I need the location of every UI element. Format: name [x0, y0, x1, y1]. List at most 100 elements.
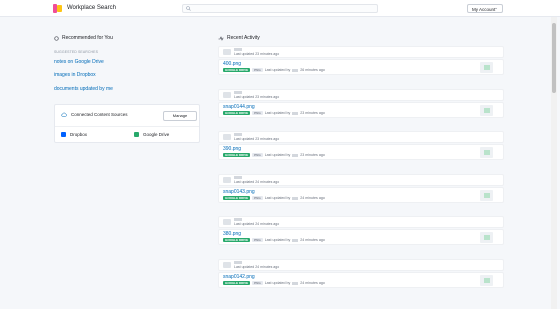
workplace-search-logo[interactable] — [53, 4, 62, 13]
source-badge: GOOGLE DRIVE — [223, 111, 251, 115]
document-title-link[interactable]: snap0142.png — [223, 274, 255, 280]
source-badge: GOOGLE DRIVE — [223, 238, 251, 242]
activity-item: Last updated 24 minutes ago 380.png GOOG… — [218, 216, 504, 245]
document-meta: GOOGLE DRIVE PNG Last updated by 24 minu… — [223, 281, 325, 285]
suggested-searches-label: SUGGESTED SEARCHES — [54, 50, 99, 54]
file-type-badge: PNG — [252, 196, 263, 200]
document-thumbnail[interactable] — [480, 147, 493, 158]
document-thumbnail[interactable] — [480, 232, 493, 243]
connected-sources-title: Connected Content Sources — [71, 112, 128, 117]
avatar — [223, 177, 231, 183]
avatar — [223, 134, 231, 140]
activity-head: Last updated 23 minutes ago — [218, 131, 504, 143]
file-type-badge: PNG — [252, 238, 263, 242]
activity-time: Last updated 24 minutes ago — [234, 265, 280, 269]
user-name-redacted — [234, 133, 242, 136]
user-name-redacted — [234, 91, 242, 94]
recommended-heading: Recommended for You — [54, 35, 113, 41]
updated-by-label: Last updated by — [264, 153, 291, 157]
source-badge: GOOGLE DRIVE — [223, 68, 251, 72]
activity-time: Last updated 24 minutes ago — [234, 180, 280, 184]
recommended-heading-text: Recommended for You — [62, 35, 113, 41]
source-item-google-drive[interactable]: Google Drive — [134, 132, 169, 137]
app-title[interactable]: Workplace Search — [67, 5, 116, 11]
document-thumbnail[interactable] — [480, 275, 493, 286]
user-name-redacted — [234, 261, 242, 264]
activity-head: Last updated 24 minutes ago — [218, 174, 504, 186]
document-thumbnail[interactable] — [480, 62, 493, 73]
activity-head: Last updated 24 minutes ago — [218, 216, 504, 228]
user-avatar-redacted — [292, 238, 299, 242]
source-name: Google Drive — [143, 132, 170, 137]
my-account-button[interactable]: My Account ⌄ — [467, 4, 503, 13]
document-meta: GOOGLE DRIVE PNG Last updated by 26 minu… — [223, 68, 325, 72]
user-avatar-redacted — [292, 111, 299, 115]
connected-sources-heading: Connected Content Sources — [61, 112, 128, 117]
activity-time: Last updated 23 minutes ago — [234, 137, 280, 141]
activity-item: Last updated 23 minutes ago 390.png GOOG… — [218, 131, 504, 160]
updated-time: 23 minutes ago — [300, 111, 325, 115]
source-badge: GOOGLE DRIVE — [223, 153, 251, 157]
updated-time: 24 minutes ago — [300, 238, 325, 242]
activity-time: Last updated 23 minutes ago — [234, 52, 280, 56]
suggested-search-link-3[interactable]: documents updated by me — [54, 86, 113, 92]
activity-document[interactable]: 390.png GOOGLE DRIVE PNG Last updated by… — [218, 144, 504, 160]
document-title-link[interactable]: snap0144.png — [223, 104, 255, 110]
document-thumbnail[interactable] — [480, 105, 493, 116]
document-title-link[interactable]: 380.png — [223, 231, 241, 237]
document-meta: GOOGLE DRIVE PNG Last updated by 24 minu… — [223, 238, 325, 242]
manage-sources-button[interactable]: Manage — [163, 111, 197, 121]
user-avatar-redacted — [292, 196, 299, 200]
google-drive-icon — [134, 132, 139, 137]
suggested-search-link-2[interactable]: images in Dropbox — [54, 72, 96, 78]
user-avatar-redacted — [292, 68, 299, 72]
updated-time: 23 minutes ago — [300, 153, 325, 157]
file-type-badge: PNG — [252, 153, 263, 157]
my-account-label: My Account — [472, 7, 496, 12]
activity-document[interactable]: 400.png GOOGLE DRIVE PNG Last updated by… — [218, 59, 504, 75]
avatar — [223, 49, 231, 55]
user-name-redacted — [234, 218, 242, 221]
user-avatar-redacted — [292, 281, 299, 285]
chevron-down-icon: ⌄ — [494, 5, 498, 10]
suggested-search-link-1[interactable]: notes on Google Drive — [54, 59, 104, 65]
file-type-badge: PNG — [252, 111, 263, 115]
activity-document[interactable]: 380.png GOOGLE DRIVE PNG Last updated by… — [218, 229, 504, 245]
document-thumbnail[interactable] — [480, 190, 493, 201]
document-meta: GOOGLE DRIVE PNG Last updated by 23 minu… — [223, 153, 325, 157]
thumbnail-image — [484, 108, 490, 113]
star-icon — [54, 35, 59, 41]
document-title-link[interactable]: 400.png — [223, 61, 241, 67]
document-meta: GOOGLE DRIVE PNG Last updated by 24 minu… — [223, 196, 325, 200]
thumbnail-image — [484, 65, 490, 70]
thumbnail-image — [484, 193, 490, 198]
logo-mark-yellow — [57, 5, 62, 12]
file-type-badge: PNG — [252, 281, 263, 285]
avatar — [223, 262, 231, 268]
activity-head: Last updated 24 minutes ago — [218, 259, 504, 271]
search-input[interactable] — [182, 4, 378, 13]
activity-item: Last updated 23 minutes ago 400.png GOOG… — [218, 46, 504, 75]
updated-time: 24 minutes ago — [300, 196, 325, 200]
cloud-icon — [61, 112, 67, 117]
avatar — [223, 219, 231, 225]
thumbnail-image — [484, 150, 490, 155]
document-title-link[interactable]: snap0143.png — [223, 189, 255, 195]
thumbnail-image — [484, 235, 490, 240]
scrollbar-thumb[interactable] — [552, 23, 556, 93]
document-title-link[interactable]: 390.png — [223, 146, 241, 152]
source-item-dropbox[interactable]: Dropbox — [61, 132, 87, 137]
activity-document[interactable]: snap0143.png GOOGLE DRIVE PNG Last updat… — [218, 187, 504, 203]
activity-document[interactable]: snap0142.png GOOGLE DRIVE PNG Last updat… — [218, 272, 504, 288]
search-icon — [186, 6, 191, 11]
activity-document[interactable]: snap0144.png GOOGLE DRIVE PNG Last updat… — [218, 102, 504, 118]
updated-by-label: Last updated by — [264, 281, 291, 285]
user-name-redacted — [234, 176, 242, 179]
source-badge: GOOGLE DRIVE — [223, 196, 251, 200]
activity-item: Last updated 24 minutes ago snap0143.png… — [218, 174, 504, 203]
recent-activity-heading-text: Recent Activity — [227, 35, 260, 41]
divider — [55, 126, 199, 127]
scrollbar[interactable] — [551, 17, 557, 309]
activity-item: Last updated 23 minutes ago snap0144.png… — [218, 89, 504, 118]
file-type-badge: PNG — [252, 68, 263, 72]
